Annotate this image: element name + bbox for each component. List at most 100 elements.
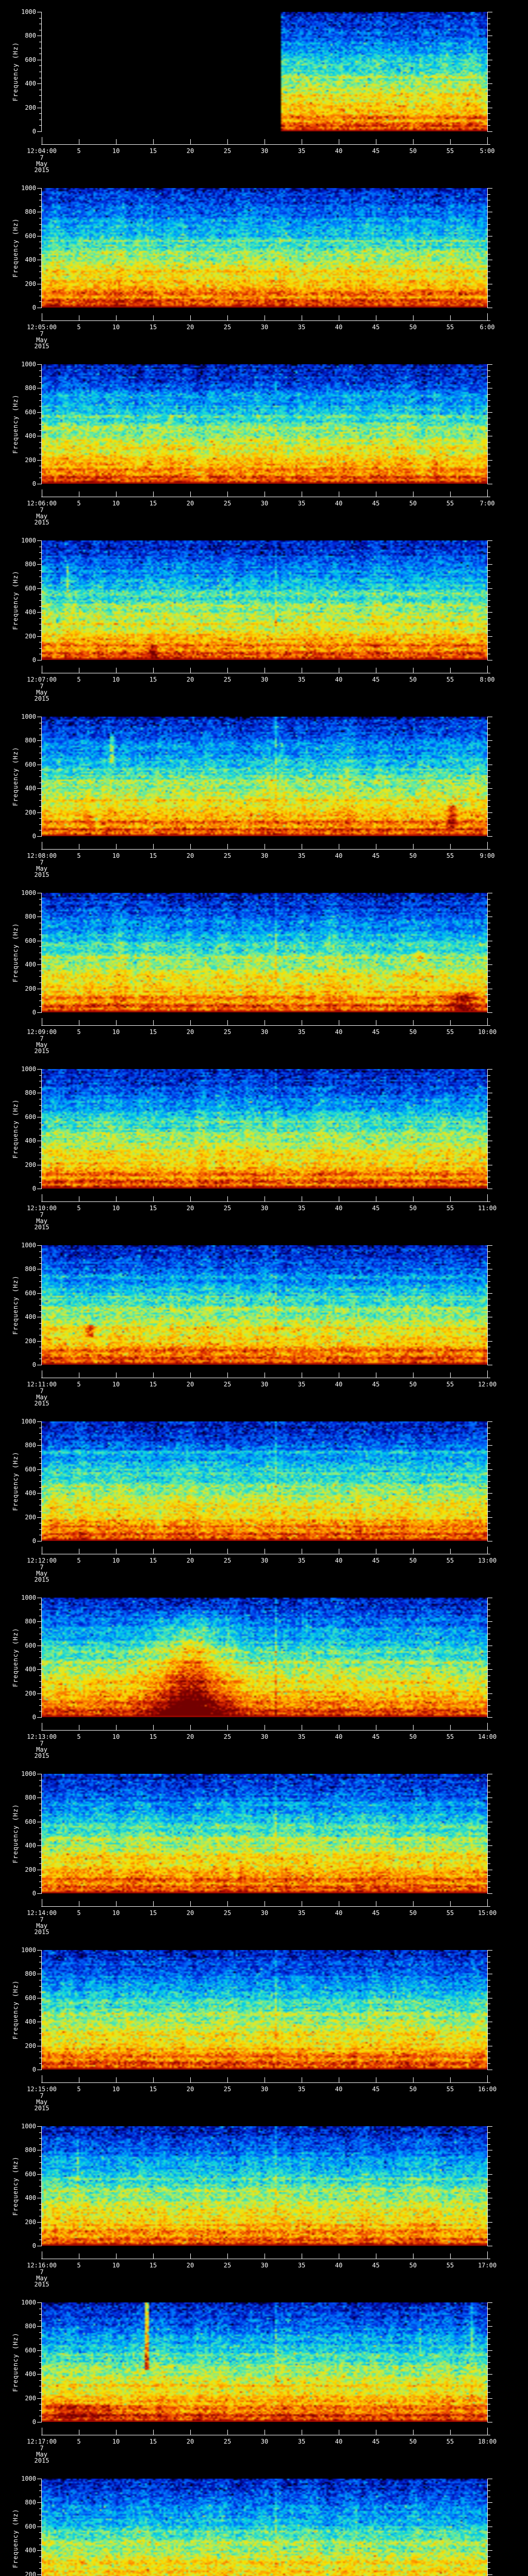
y-tick-label: 400 bbox=[25, 432, 36, 439]
axis-tick bbox=[488, 2368, 490, 2369]
y-tick-label: 1000 bbox=[21, 1242, 36, 1249]
x-tick-label: 15 bbox=[149, 2086, 157, 2093]
axis-tick bbox=[39, 1305, 41, 1306]
x-tick-label: 30 bbox=[260, 1909, 269, 1917]
x-tick-label: 10 bbox=[112, 2086, 120, 2093]
x-start-time-label: 12:09:00 bbox=[27, 1028, 57, 1036]
axis-tick bbox=[39, 2132, 41, 2133]
axis-tick bbox=[488, 2574, 492, 2575]
axis-tick bbox=[488, 1251, 490, 1252]
axis-tick bbox=[488, 376, 490, 377]
x-tick-label: 55 bbox=[446, 852, 454, 859]
x-end-time-label: 10:00 bbox=[477, 1028, 497, 1036]
y-tick-label: 0 bbox=[32, 1185, 36, 1192]
x-tick-label: 20 bbox=[186, 852, 194, 859]
y-tick-label: 600 bbox=[25, 1290, 36, 1297]
axis-tick bbox=[116, 2253, 117, 2259]
x-tick-label: 35 bbox=[298, 1909, 306, 1917]
axis-tick bbox=[39, 2380, 41, 2381]
axis-tick bbox=[488, 1257, 490, 1258]
x-start-time-label: 12:07:00 bbox=[27, 676, 57, 683]
x-tick-label: 50 bbox=[409, 2086, 417, 2093]
axis-tick bbox=[488, 1311, 490, 1312]
axis-tick bbox=[450, 668, 451, 673]
axis-tick bbox=[39, 818, 41, 819]
axis-tick bbox=[488, 1669, 492, 1670]
axis-tick bbox=[488, 460, 492, 461]
axis-tick bbox=[39, 1639, 41, 1640]
axis-tick bbox=[488, 1609, 490, 1610]
y-tick-label: 400 bbox=[25, 2018, 36, 2025]
axis-tick bbox=[488, 2392, 490, 2393]
x-tick-label: 45 bbox=[372, 2438, 380, 2445]
axis-tick bbox=[37, 1669, 41, 1670]
x-tick-label: 55 bbox=[446, 2262, 454, 2269]
axis-tick bbox=[488, 1950, 492, 1951]
axis-tick bbox=[450, 1549, 451, 1554]
x-tick-label: 30 bbox=[260, 2262, 269, 2269]
axis-tick bbox=[39, 594, 41, 595]
axis-tick bbox=[450, 1725, 451, 1730]
x-tick-label: 50 bbox=[409, 1733, 417, 1740]
axis-tick bbox=[488, 1323, 490, 1324]
x-tick-label: 20 bbox=[186, 1205, 194, 1212]
spectrogram-stack: Frequency (Hz) 0 200 400 600 800 1000 12:04:00 5… bbox=[0, 0, 528, 2576]
x-tick-label: 40 bbox=[335, 1205, 343, 1212]
axis-tick bbox=[39, 1463, 41, 1464]
spectrogram-image bbox=[42, 1069, 487, 1189]
spectrogram-panel: Frequency (Hz) 0 200 400 600 800 1000 12:06:00 5… bbox=[0, 361, 528, 540]
axis-tick bbox=[488, 2174, 492, 2175]
axis-tick bbox=[190, 2430, 191, 2435]
y-tick-label: 200 bbox=[25, 280, 36, 287]
x-end-time-label: 18:00 bbox=[477, 2438, 497, 2445]
x-tick-label: 20 bbox=[186, 1381, 194, 1388]
x-tick-label: 30 bbox=[260, 676, 269, 683]
y-tick-label: 400 bbox=[25, 80, 36, 87]
axis-tick bbox=[488, 976, 490, 977]
x-tick-label: 5 bbox=[77, 500, 81, 507]
axis-tick bbox=[37, 1493, 41, 1494]
axis-tick bbox=[116, 2430, 117, 2435]
axis-tick bbox=[37, 364, 41, 365]
x-axis bbox=[41, 1730, 490, 1731]
date-line: 2015 bbox=[34, 1928, 50, 1936]
y-tick-label: 400 bbox=[25, 1842, 36, 1849]
date-line: 2015 bbox=[34, 166, 50, 174]
axis-tick bbox=[488, 776, 490, 777]
axis-tick bbox=[116, 315, 117, 320]
axis-tick bbox=[488, 2556, 490, 2557]
axis-tick bbox=[39, 1251, 41, 1252]
y-axis-right bbox=[487, 2479, 488, 2576]
x-tick-label: 15 bbox=[149, 676, 157, 683]
spectrogram-image bbox=[42, 717, 487, 836]
axis-tick bbox=[488, 2320, 490, 2321]
axis-tick bbox=[37, 1069, 41, 1070]
spectrogram-image bbox=[42, 540, 487, 660]
axis-tick bbox=[487, 1899, 488, 1906]
axis-tick bbox=[39, 794, 41, 795]
axis-tick bbox=[487, 313, 488, 320]
axis-tick bbox=[39, 400, 41, 401]
x-tick-label: 50 bbox=[409, 1205, 417, 1212]
axis-tick bbox=[39, 600, 41, 601]
axis-tick bbox=[39, 582, 41, 583]
y-tick-label: 600 bbox=[25, 1113, 36, 1121]
y-tick-label: 400 bbox=[25, 1313, 36, 1320]
x-tick-label: 5 bbox=[77, 2438, 81, 2445]
axis-tick bbox=[488, 2063, 490, 2064]
axis-tick bbox=[488, 1693, 492, 1694]
axis-tick bbox=[190, 492, 191, 497]
axis-tick bbox=[488, 1986, 490, 1987]
axis-tick bbox=[488, 1681, 490, 1682]
axis-tick bbox=[153, 2430, 154, 2435]
axis-tick bbox=[39, 824, 41, 825]
y-tick-label: 1000 bbox=[21, 2475, 36, 2482]
x-start-time-label: 12:15:00 bbox=[27, 2086, 57, 2093]
x-tick-label: 10 bbox=[112, 1909, 120, 1917]
x-tick-label: 25 bbox=[223, 324, 232, 331]
x-tick-label: 50 bbox=[409, 500, 417, 507]
axis-tick bbox=[413, 668, 414, 673]
axis-tick bbox=[39, 1681, 41, 1682]
y-tick-label: 200 bbox=[25, 2042, 36, 2049]
y-tick-label: 0 bbox=[32, 1009, 36, 1016]
